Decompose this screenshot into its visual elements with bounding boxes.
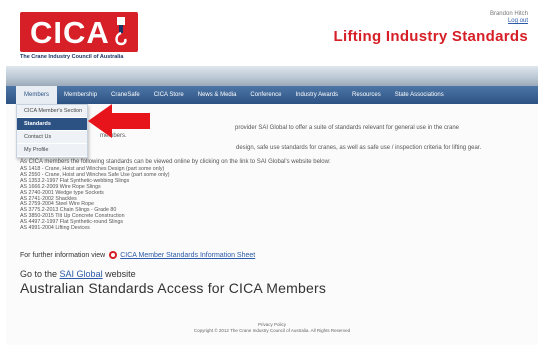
goto-sai-global: Go to the SAI Global website: [20, 269, 136, 279]
nav-item-members[interactable]: Members: [16, 86, 58, 104]
list-item: AS 4991-2004 Lifting Devices: [20, 225, 90, 232]
hero-banner: [6, 66, 538, 86]
crane-hook-icon: [115, 17, 127, 46]
page: CICA The Crane Industry Council of Austr…: [6, 0, 538, 345]
user-name: Brandon Hitch: [489, 11, 528, 17]
logout-link[interactable]: Log out: [508, 18, 528, 24]
nav-item-cranesafe[interactable]: CraneSafe: [104, 92, 147, 98]
cica-logo[interactable]: CICA: [20, 12, 138, 52]
nav-item-conference[interactable]: Conference: [243, 92, 288, 98]
nav-item-news-media[interactable]: News & Media: [191, 92, 244, 98]
nav-item-membership[interactable]: Membership: [57, 92, 104, 98]
nav-item-industry-awards[interactable]: Industry Awards: [288, 92, 345, 98]
menu-item-my-profile[interactable]: My Profile: [17, 144, 87, 157]
menu-item-member-section[interactable]: CICA Member's Section: [17, 105, 87, 118]
site-title: Lifting Industry Standards: [333, 28, 528, 45]
copyright-text: Copyright © 2012 The Crane Industry Coun…: [193, 328, 351, 333]
red-arrow-annotation-icon: [88, 104, 150, 138]
further-info-prefix: For further information view: [20, 251, 106, 259]
page-heading: Australian Standards Access for CICA Mem…: [20, 280, 327, 296]
intro-text-line2: design, safe use standards for cranes, a…: [236, 145, 482, 151]
intro-text-line1: provider SAI Global to offer a suite of …: [235, 125, 460, 131]
standards-list: AS 1418 - Crane, Hoist and Winches Desig…: [20, 166, 170, 232]
main-nav: Members Membership CraneSafe CICA Store …: [6, 86, 538, 104]
pdf-icon: [109, 251, 118, 259]
privacy-policy-link[interactable]: Privacy Policy: [6, 322, 538, 327]
nav-item-state-associations[interactable]: State Associations: [388, 92, 451, 98]
menu-item-contact-us[interactable]: Contact Us: [17, 131, 87, 144]
standards-lead-text: As CICA members the following standards …: [20, 159, 331, 165]
further-info: For further information view CICA Member…: [20, 251, 255, 259]
logo-text: CICA: [30, 15, 110, 50]
nav-item-resources[interactable]: Resources: [345, 92, 388, 98]
goto-prefix: Go to the: [20, 269, 58, 279]
member-standards-sheet-link[interactable]: CICA Member Standards Information Sheet: [120, 252, 255, 259]
sai-global-link[interactable]: SAI Global: [60, 269, 103, 279]
menu-item-standards[interactable]: Standards: [17, 118, 87, 131]
goto-suffix: website: [105, 269, 136, 279]
logo-subtitle: The Crane Industry Council of Australia: [20, 54, 124, 60]
site-footer: Privacy Policy Copyright © 2012 The Cran…: [6, 322, 538, 333]
nav-item-cica-store[interactable]: CICA Store: [147, 92, 191, 98]
members-dropdown-menu: CICA Member's Section Standards Contact …: [16, 104, 88, 158]
